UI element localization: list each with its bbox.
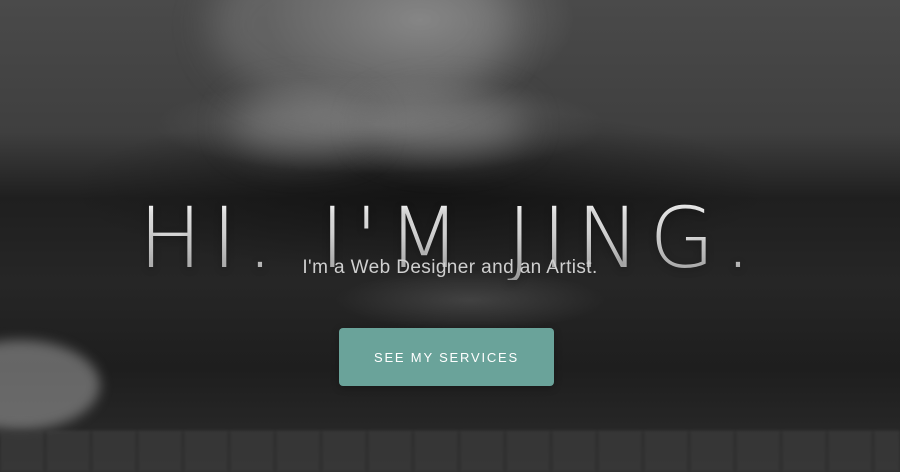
background-keyboard bbox=[0, 431, 900, 472]
see-my-services-button[interactable]: SEE MY SERVICES bbox=[339, 328, 554, 386]
background-laptop-shape bbox=[0, 340, 100, 430]
background-photo-blur-left bbox=[232, 95, 372, 155]
background-photo-blur-top bbox=[210, 0, 510, 110]
hero-section: HI. I'M JING. I'm a Web Designer and an … bbox=[0, 0, 900, 472]
background-photo-blur-right bbox=[365, 95, 525, 155]
hero-subtitle: I'm a Web Designer and an Artist. bbox=[302, 257, 598, 278]
